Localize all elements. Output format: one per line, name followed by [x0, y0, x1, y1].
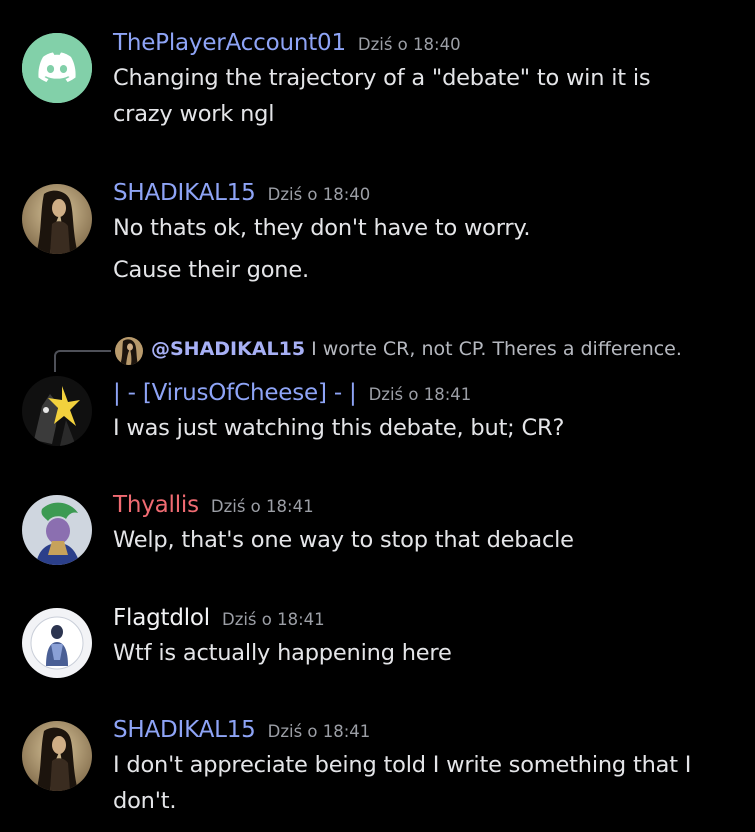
message-header: ThePlayerAccount01 Dziś o 18:40 [113, 30, 745, 60]
message-line: Changing the trajectory of a "debate" to… [113, 65, 651, 91]
timestamp: Dziś o 18:40 [357, 35, 461, 54]
message-line: I was just watching this debate, but; CR… [113, 415, 565, 441]
message-line: don't. [113, 788, 177, 814]
timestamp: Dziś o 18:40 [267, 185, 371, 204]
avatar[interactable] [22, 376, 92, 446]
message-line: Wtf is actually happening here [113, 640, 452, 666]
message-text: No thats ok, they don't have to worry. C… [113, 210, 745, 288]
profile-picture-icon [22, 376, 92, 446]
chat-message-list: ThePlayerAccount01 Dziś o 18:40 Changing… [0, 0, 755, 832]
message-line: I don't appreciate being told I write so… [113, 752, 692, 778]
timestamp: Dziś o 18:41 [210, 497, 314, 516]
chat-message: SHADIKAL15 Dziś o 18:40 No thats ok, the… [0, 180, 755, 300]
message-line: crazy work ngl [113, 101, 275, 127]
reply-snippet: I worte CR, not CP. Theres a difference. [311, 338, 682, 360]
profile-picture-icon [115, 337, 143, 365]
username[interactable]: Thyallis [113, 492, 199, 518]
timestamp: Dziś o 18:41 [267, 722, 371, 741]
message-line: Cause their gone. [113, 257, 309, 283]
timestamp: Dziś o 18:41 [221, 610, 325, 629]
message-header: Flagtdlol Dziś o 18:41 [113, 605, 745, 635]
avatar[interactable] [22, 495, 92, 565]
avatar[interactable] [22, 608, 92, 678]
reply-preview[interactable]: @SHADIKAL15 I worte CR, not CP. Theres a … [0, 336, 755, 372]
reply-avatar [115, 337, 143, 365]
profile-picture-icon [22, 495, 92, 565]
chat-message: ThePlayerAccount01 Dziś o 18:40 Changing… [0, 30, 755, 140]
reply-mention[interactable]: @SHADIKAL15 [151, 338, 305, 360]
message-text: Welp, that's one way to stop that debacl… [113, 522, 745, 558]
message-line: Welp, that's one way to stop that debacl… [113, 527, 574, 553]
username[interactable]: ThePlayerAccount01 [113, 30, 346, 56]
message-text: I don't appreciate being told I write so… [113, 747, 745, 819]
timestamp: Dziś o 18:41 [368, 385, 472, 404]
discord-logo-avatar[interactable] [22, 33, 92, 103]
message-text: Changing the trajectory of a "debate" to… [113, 60, 745, 132]
message-text: Wtf is actually happening here [113, 635, 745, 671]
message-text: I was just watching this debate, but; CR… [113, 410, 745, 446]
message-header: | - [VirusOfCheese] - | Dziś o 18:41 [113, 380, 745, 410]
message-header: Thyallis Dziś o 18:41 [113, 492, 745, 522]
profile-picture-icon [22, 608, 92, 678]
avatar[interactable] [22, 721, 92, 791]
avatar[interactable] [22, 184, 92, 254]
message-header: SHADIKAL15 Dziś o 18:41 [113, 717, 745, 747]
username[interactable]: SHADIKAL15 [113, 180, 256, 206]
profile-picture-icon [22, 184, 92, 254]
username[interactable]: | - [VirusOfCheese] - | [113, 380, 357, 406]
chat-message: Flagtdlol Dziś o 18:41 Wtf is actually h… [0, 605, 755, 685]
reply-connector-line [54, 350, 111, 372]
username[interactable]: Flagtdlol [113, 605, 210, 631]
chat-message: Thyallis Dziś o 18:41 Welp, that's one w… [0, 492, 755, 572]
message-line: No thats ok, they don't have to worry. [113, 215, 531, 241]
message-header: SHADIKAL15 Dziś o 18:40 [113, 180, 745, 210]
reply-text: @SHADIKAL15 I worte CR, not CP. Theres a … [151, 338, 682, 360]
chat-message-reply: @SHADIKAL15 I worte CR, not CP. Theres a … [0, 336, 755, 461]
profile-picture-icon [22, 721, 92, 791]
discord-icon [22, 33, 92, 103]
username[interactable]: SHADIKAL15 [113, 717, 256, 743]
chat-message: SHADIKAL15 Dziś o 18:41 I don't apprecia… [0, 717, 755, 827]
